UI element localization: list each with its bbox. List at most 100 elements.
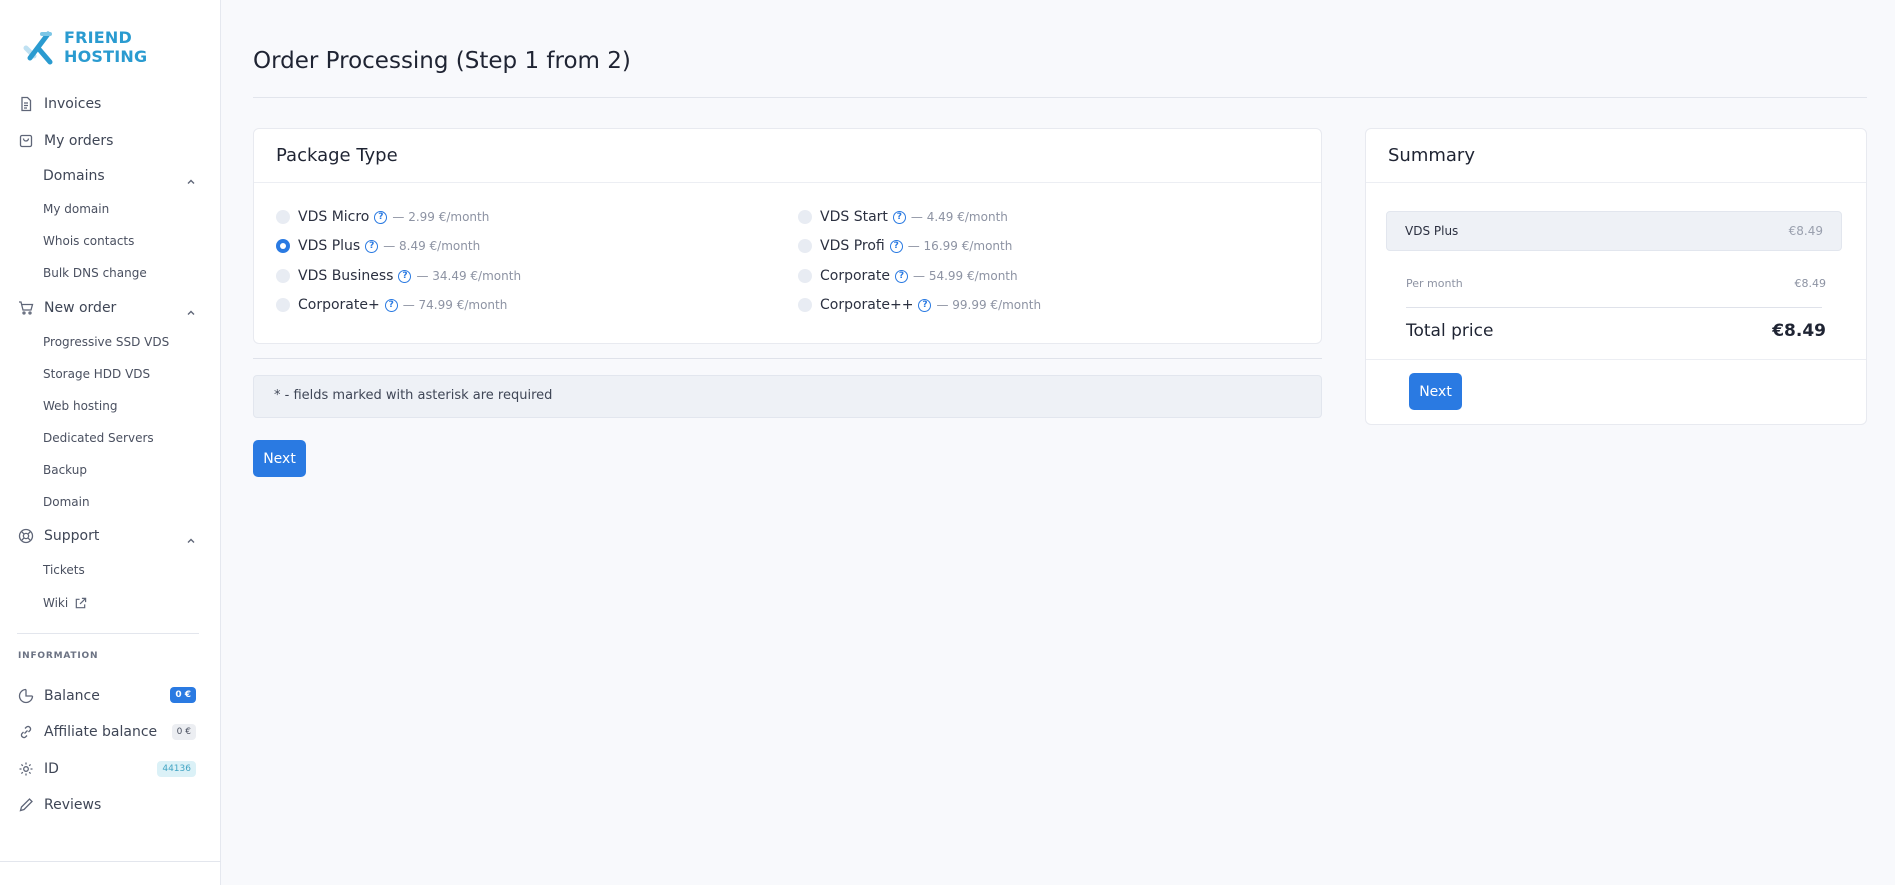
radio-button[interactable] bbox=[798, 269, 812, 283]
next-button[interactable]: Next bbox=[253, 440, 306, 477]
total-price-row: Total price €8.49 bbox=[1406, 321, 1826, 341]
sidebar-item-my-orders[interactable]: My orders bbox=[18, 129, 113, 153]
package-price: — 74.99 €/month bbox=[402, 298, 508, 312]
package-name: VDS Profi bbox=[820, 238, 885, 254]
package-price: — 34.49 €/month bbox=[416, 269, 522, 283]
sidebar-item-label: Wiki bbox=[43, 596, 69, 610]
package-option-vds-business[interactable]: VDS Business ? — 34.49 €/month bbox=[276, 266, 521, 286]
sidebar-item-id[interactable]: ID bbox=[18, 757, 59, 781]
package-option-corporate[interactable]: Corporate ? — 54.99 €/month bbox=[798, 266, 1018, 286]
per-month-value: €8.49 bbox=[1794, 277, 1827, 290]
package-name: Corporate bbox=[820, 268, 890, 284]
package-price: — 4.49 €/month bbox=[910, 210, 1008, 224]
total-price-label: Total price bbox=[1406, 321, 1494, 341]
help-icon[interactable]: ? bbox=[398, 269, 412, 283]
summary-divider bbox=[1406, 307, 1822, 308]
selected-package-name: VDS Plus bbox=[1405, 224, 1459, 238]
sidebar-item-storage-hdd-vds[interactable]: Storage HDD VDS bbox=[43, 365, 150, 383]
package-price: — 16.99 €/month bbox=[907, 239, 1013, 253]
sidebar-item-whois-contacts[interactable]: Whois contacts bbox=[43, 232, 134, 250]
package-name: Corporate++ bbox=[820, 297, 914, 313]
lifebuoy-icon bbox=[18, 528, 34, 544]
sidebar-item-label: Affiliate balance bbox=[44, 724, 158, 740]
package-option-vds-profi[interactable]: VDS Profi ? — 16.99 €/month bbox=[798, 236, 1012, 256]
bag-icon bbox=[18, 133, 34, 149]
package-option-vds-start[interactable]: VDS Start ? — 4.49 €/month bbox=[798, 207, 1008, 227]
card-title: Summary bbox=[1366, 129, 1866, 183]
package-type-card: Package Type VDS Micro ? — 2.99 €/month … bbox=[253, 128, 1322, 344]
per-month-row: Per month €8.49 bbox=[1406, 277, 1826, 290]
package-option-corporate-plus[interactable]: Corporate+ ? — 74.99 €/month bbox=[276, 295, 507, 315]
pie-chart-icon bbox=[18, 688, 34, 704]
sidebar-item-balance[interactable]: Balance bbox=[18, 684, 100, 708]
sidebar-item-label: Balance bbox=[44, 688, 100, 704]
sidebar-item-web-hosting[interactable]: Web hosting bbox=[43, 397, 117, 415]
sidebar-item-tickets[interactable]: Tickets bbox=[43, 561, 85, 579]
package-option-vds-plus[interactable]: VDS Plus ? — 8.49 €/month bbox=[276, 236, 480, 256]
sidebar-item-label: ID bbox=[44, 761, 59, 777]
help-icon[interactable]: ? bbox=[892, 210, 906, 224]
sidebar-item-label: My orders bbox=[44, 133, 114, 149]
radio-button[interactable] bbox=[276, 210, 290, 224]
affiliate-balance-badge: 0 € bbox=[171, 724, 196, 740]
form-divider bbox=[253, 358, 1322, 359]
sidebar-item-invoices[interactable]: Invoices bbox=[18, 92, 101, 116]
help-icon[interactable]: ? bbox=[918, 298, 932, 312]
required-fields-note: * - fields marked with asterisk are requ… bbox=[253, 375, 1322, 418]
package-option-corporate-plus-plus[interactable]: Corporate++ ? — 99.99 €/month bbox=[798, 295, 1041, 315]
card-title: Package Type bbox=[254, 129, 1321, 183]
help-icon[interactable]: ? bbox=[384, 298, 398, 312]
package-price: — 8.49 €/month bbox=[383, 239, 481, 253]
brand-name: FRIEND HOSTING bbox=[64, 28, 148, 66]
help-icon[interactable]: ? bbox=[365, 239, 379, 253]
sidebar-bottom-divider bbox=[0, 861, 221, 862]
logo[interactable]: FRIEND HOSTING bbox=[20, 28, 220, 66]
sidebar-group-support[interactable]: Support bbox=[18, 524, 99, 548]
package-option-vds-micro[interactable]: VDS Micro ? — 2.99 €/month bbox=[276, 207, 489, 227]
pencil-icon bbox=[18, 797, 34, 813]
sidebar-item-bulk-dns[interactable]: Bulk DNS change bbox=[43, 264, 147, 282]
package-name: VDS Micro bbox=[298, 209, 370, 225]
summary-next-button[interactable]: Next bbox=[1409, 373, 1462, 410]
gear-icon bbox=[18, 761, 34, 777]
sidebar-item-reviews[interactable]: Reviews bbox=[18, 793, 101, 817]
sidebar-divider bbox=[17, 633, 199, 634]
sidebar-item-label: New order bbox=[44, 300, 117, 316]
logo-icon bbox=[20, 28, 58, 66]
radio-button[interactable] bbox=[798, 239, 812, 253]
sidebar-item-my-domain[interactable]: My domain bbox=[43, 200, 109, 218]
package-price: — 2.99 €/month bbox=[392, 210, 490, 224]
id-badge: 44136 bbox=[157, 761, 196, 777]
help-icon[interactable]: ? bbox=[895, 269, 908, 283]
chevron-up-icon[interactable] bbox=[186, 303, 196, 315]
package-name: VDS Business bbox=[298, 268, 394, 284]
summary-selected-package: VDS Plus €8.49 bbox=[1386, 211, 1842, 251]
link-icon bbox=[18, 724, 34, 740]
chevron-up-icon[interactable] bbox=[186, 531, 196, 543]
chevron-up-icon[interactable] bbox=[186, 172, 196, 184]
sidebar-group-new-order[interactable]: New order bbox=[18, 296, 116, 320]
sidebar-group-domains[interactable]: Domains bbox=[43, 166, 105, 186]
help-icon[interactable]: ? bbox=[374, 210, 388, 224]
sidebar-item-domain[interactable]: Domain bbox=[43, 493, 90, 511]
selected-package-price: €8.49 bbox=[1788, 224, 1823, 238]
package-name: VDS Plus bbox=[298, 238, 361, 254]
radio-button[interactable] bbox=[798, 210, 812, 224]
sidebar-item-label: Invoices bbox=[44, 96, 102, 112]
page-title: Order Processing (Step 1 from 2) bbox=[253, 48, 631, 74]
document-icon bbox=[18, 96, 34, 112]
radio-button-selected[interactable] bbox=[276, 239, 290, 253]
sidebar-item-affiliate-balance[interactable]: Affiliate balance bbox=[18, 720, 157, 744]
sidebar-item-backup[interactable]: Backup bbox=[43, 461, 87, 479]
package-name: VDS Start bbox=[820, 209, 888, 225]
cart-icon bbox=[18, 300, 34, 316]
help-icon[interactable]: ? bbox=[889, 239, 903, 253]
sidebar-item-dedicated-servers[interactable]: Dedicated Servers bbox=[43, 429, 154, 447]
radio-button[interactable] bbox=[276, 298, 290, 312]
sidebar-item-wiki[interactable]: Wiki bbox=[43, 594, 87, 612]
summary-card: Summary VDS Plus €8.49 Per month €8.49 T… bbox=[1365, 128, 1867, 425]
radio-button[interactable] bbox=[798, 298, 812, 312]
per-month-label: Per month bbox=[1406, 277, 1463, 290]
sidebar-item-progressive-ssd-vds[interactable]: Progressive SSD VDS bbox=[43, 333, 169, 351]
radio-button[interactable] bbox=[276, 269, 290, 283]
